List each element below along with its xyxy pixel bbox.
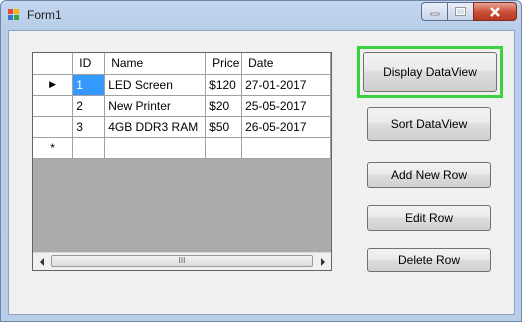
column-header-id[interactable]: ID [72,53,106,75]
row-header[interactable] [33,94,74,117]
maximize-button[interactable] [447,2,473,21]
table-row[interactable]: ▶ 1 LED Screen $120 27-01-2017 [33,73,331,96]
form1-window: Form1 ID Name Price Date ▶ 1 LED Screen … [0,0,522,322]
new-row-cell-date[interactable] [241,136,331,159]
grid-header-row: ID Name Price Date [33,53,331,75]
cell-name[interactable]: LED Screen [104,73,207,96]
arrow-right-icon [320,257,325,266]
cell-name[interactable]: New Printer [104,94,207,117]
new-row-indicator[interactable]: * [33,136,74,159]
window-title: Form1 [27,8,62,22]
form-client-area: ID Name Price Date ▶ 1 LED Screen $120 2… [8,30,515,315]
edit-row-button[interactable]: Edit Row [367,205,491,231]
column-header-date[interactable]: Date [241,53,331,75]
horizontal-scrollbar[interactable]: III [33,252,331,270]
data-grid[interactable]: ID Name Price Date ▶ 1 LED Screen $120 2… [32,52,332,271]
new-row[interactable]: * [33,136,331,159]
display-dataview-button[interactable]: Display DataView [363,52,497,92]
column-header-price[interactable]: Price [205,53,243,75]
title-bar[interactable]: Form1 [1,1,521,30]
scroll-thumb[interactable]: III [51,255,313,267]
minimize-button[interactable] [421,2,447,21]
grid-table: ID Name Price Date ▶ 1 LED Screen $120 2… [33,53,331,159]
maximize-icon [455,7,466,16]
new-row-cell-price[interactable] [205,136,243,159]
cell-date[interactable]: 26-05-2017 [241,115,331,138]
column-header-name[interactable]: Name [104,53,207,75]
row-header[interactable] [33,115,74,138]
scroll-right-button[interactable] [314,253,331,270]
cell-name[interactable]: 4GB DDR3 RAM [104,115,207,138]
table-row[interactable]: 2 New Printer $20 25-05-2017 [33,94,331,117]
close-icon [490,6,500,17]
close-button[interactable] [473,2,517,21]
sort-dataview-button[interactable]: Sort DataView [367,107,491,141]
cell-id[interactable]: 1 [72,73,106,96]
cell-price[interactable]: $120 [205,73,243,96]
arrow-left-icon [39,257,44,266]
scroll-left-button[interactable] [33,253,50,270]
delete-row-button[interactable]: Delete Row [367,248,491,272]
minimize-icon [430,12,439,15]
new-row-cell-name[interactable] [104,136,207,159]
row-header-current[interactable]: ▶ [33,73,74,96]
grid-corner-header[interactable] [33,53,74,75]
cell-date[interactable]: 27-01-2017 [241,73,331,96]
add-new-row-button[interactable]: Add New Row [367,162,491,188]
cell-date[interactable]: 25-05-2017 [241,94,331,117]
table-row[interactable]: 3 4GB DDR3 RAM $50 26-05-2017 [33,115,331,138]
cell-id[interactable]: 2 [72,94,106,117]
cell-price[interactable]: $50 [205,115,243,138]
new-row-cell-id[interactable] [72,136,106,159]
app-icon [8,9,19,20]
cell-price[interactable]: $20 [205,94,243,117]
cell-id[interactable]: 3 [72,115,106,138]
